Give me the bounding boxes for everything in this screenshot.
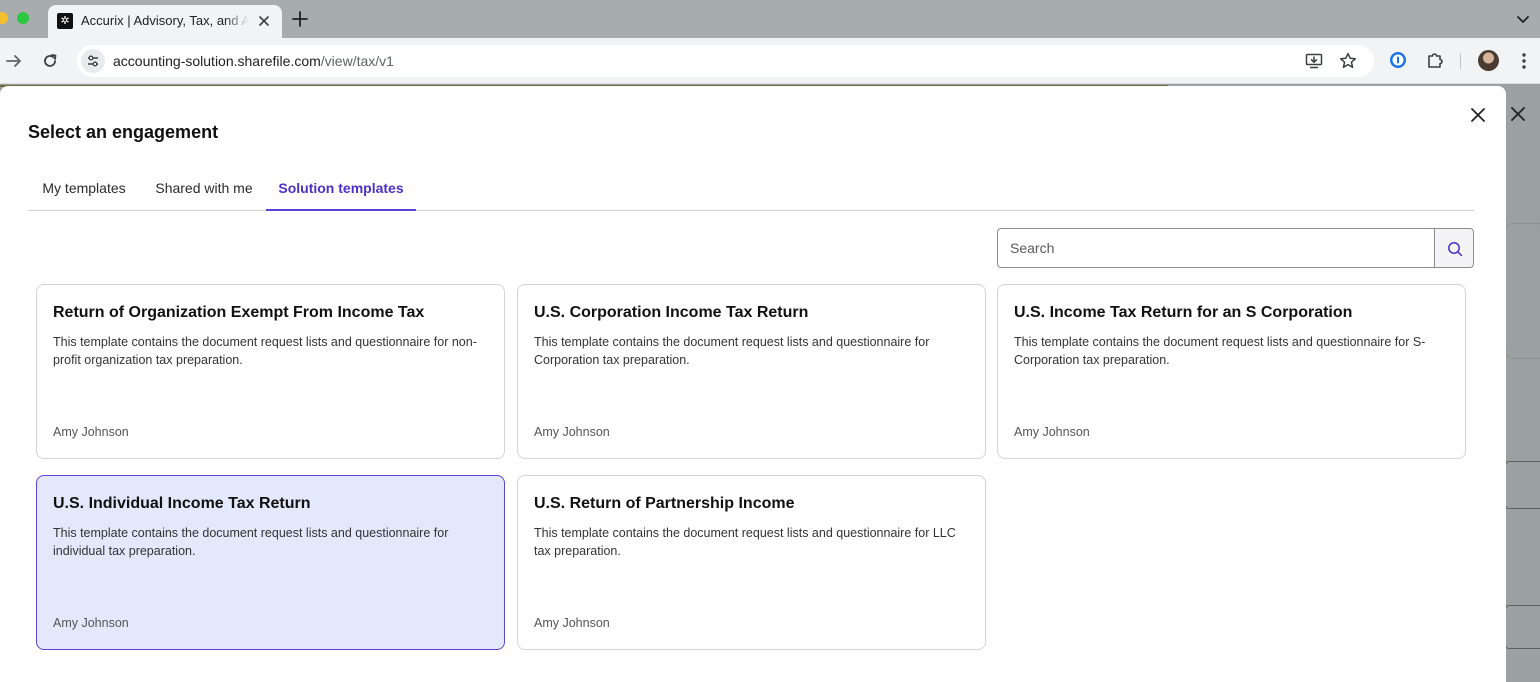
card-title: U.S. Individual Income Tax Return	[53, 495, 311, 512]
reload-icon[interactable]	[40, 51, 60, 71]
card-author: Amy Johnson	[53, 616, 129, 630]
template-card[interactable]: U.S. Corporation Income Tax Return This …	[517, 284, 986, 459]
background-field	[1505, 461, 1540, 509]
tab-shared-with-me[interactable]: Shared with me	[147, 170, 261, 211]
bookmark-star-icon[interactable]	[1338, 51, 1358, 71]
template-card[interactable]: U.S. Return of Partnership Income This t…	[517, 475, 986, 650]
url-path: /view/tax/v1	[320, 53, 394, 69]
forward-arrow-icon[interactable]	[4, 51, 24, 71]
toolbar-divider	[1460, 53, 1461, 69]
password-manager-extension-icon[interactable]	[1389, 51, 1407, 69]
template-search	[997, 228, 1474, 268]
browser-tab-strip: ✲ Accurix | Advisory, Tax, and Accountin…	[0, 0, 1540, 38]
card-title: U.S. Corporation Income Tax Return	[534, 304, 809, 321]
tab-search-chevron-icon[interactable]	[1512, 8, 1534, 30]
window-zoom-button[interactable]	[17, 12, 29, 24]
template-card-selected[interactable]: U.S. Individual Income Tax Return This t…	[36, 475, 505, 650]
card-title: Return of Organization Exempt From Incom…	[53, 304, 425, 321]
close-icon[interactable]	[1467, 104, 1489, 126]
search-input[interactable]	[997, 228, 1435, 268]
card-description: This template contains the document requ…	[534, 526, 956, 558]
search-button[interactable]	[1434, 228, 1474, 268]
address-bar[interactable]: accounting-solution.sharefile.com/view/t…	[77, 45, 1374, 77]
url-host: accounting-solution.sharefile.com	[113, 53, 321, 69]
browser-tab-active[interactable]: ✲ Accurix | Advisory, Tax, and Accountin…	[48, 5, 282, 38]
card-author: Amy Johnson	[534, 616, 610, 630]
modal-title: Select an engagement	[28, 122, 219, 142]
tab-close-icon[interactable]	[254, 11, 274, 31]
template-card[interactable]: U.S. Income Tax Return for an S Corporat…	[997, 284, 1466, 459]
browser-toolbar: accounting-solution.sharefile.com/view/t…	[0, 38, 1540, 84]
card-author: Amy Johnson	[534, 425, 610, 439]
template-tabs: My templates Shared with me Solution tem…	[28, 170, 1474, 211]
search-icon	[1448, 242, 1463, 257]
site-settings-icon[interactable]	[81, 49, 105, 73]
select-engagement-modal: Select an engagement My templates Shared…	[0, 86, 1506, 682]
window-minimize-button[interactable]	[0, 12, 8, 24]
card-description: This template contains the document requ…	[1014, 335, 1426, 367]
tab-my-templates[interactable]: My templates	[28, 170, 140, 211]
extensions-puzzle-icon[interactable]	[1425, 50, 1445, 70]
new-tab-plus-icon[interactable]	[289, 8, 311, 30]
background-close-icon	[1509, 105, 1527, 123]
template-card[interactable]: Return of Organization Exempt From Incom…	[36, 284, 505, 459]
card-description: This template contains the document requ…	[534, 335, 930, 367]
browser-menu-kebab-icon[interactable]	[1514, 51, 1534, 71]
tab-title: Accurix | Advisory, Tax, and Accounting	[81, 13, 249, 28]
card-author: Amy Johnson	[53, 425, 129, 439]
install-app-icon[interactable]	[1305, 52, 1323, 70]
background-field	[1505, 605, 1540, 649]
background-panel	[1505, 223, 1540, 359]
card-description: This template contains the document requ…	[53, 335, 477, 367]
card-author: Amy Johnson	[1014, 425, 1090, 439]
card-description: This template contains the document requ…	[53, 526, 449, 558]
profile-avatar[interactable]	[1478, 50, 1499, 71]
url-text: accounting-solution.sharefile.com/view/t…	[113, 53, 394, 69]
tab-solution-templates[interactable]: Solution templates	[266, 170, 416, 211]
card-title: U.S. Return of Partnership Income	[534, 495, 795, 512]
accurix-logo-icon: ✲	[57, 13, 73, 29]
card-title: U.S. Income Tax Return for an S Corporat…	[1014, 304, 1353, 321]
